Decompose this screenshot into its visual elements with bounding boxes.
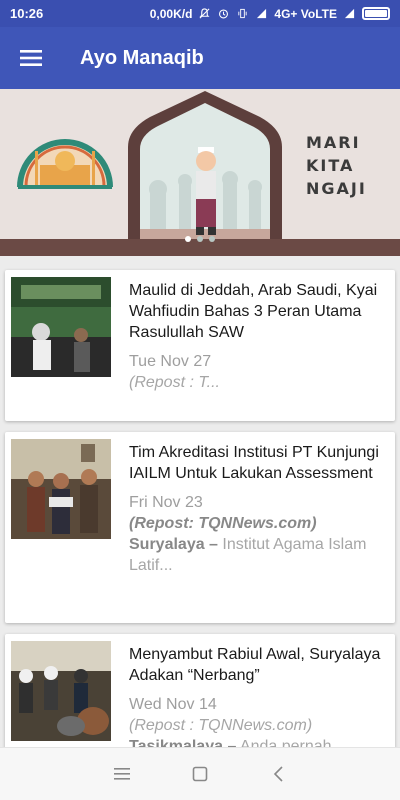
- notifications-muted-icon: [199, 8, 210, 19]
- excerpt-repost: (Repost : TQNNews.com): [129, 717, 313, 734]
- banner-line-1: MARI: [306, 133, 361, 152]
- article-excerpt: (Repost : T...: [129, 372, 385, 393]
- hamburger-menu-icon: [20, 50, 42, 66]
- carousel-dot-3[interactable]: [209, 236, 215, 242]
- child-character: [196, 147, 216, 235]
- battery-icon: [362, 7, 390, 20]
- article-title[interactable]: Menyambut Rabiul Awal, Suryalaya Adakan …: [129, 644, 385, 686]
- article-card[interactable]: Tim Akreditasi Institusi PT Kunjungi IAI…: [5, 432, 395, 623]
- menu-lines-icon: [114, 768, 130, 780]
- article-text: Maulid di Jeddah, Arab Saudi, Kyai Wahfi…: [129, 280, 385, 393]
- banner-line-3: NGAJI: [306, 179, 367, 198]
- app-title: Ayo Manaqib: [80, 46, 204, 69]
- signal-icon: [257, 8, 267, 19]
- carousel-dot-1[interactable]: [185, 236, 191, 242]
- article-title[interactable]: Tim Akreditasi Institusi PT Kunjungi IAI…: [129, 442, 385, 484]
- status-time: 10:26: [10, 6, 44, 21]
- banner-text: MARI KITA NGAJI: [306, 131, 367, 200]
- app-bar: Ayo Manaqib: [0, 27, 400, 89]
- status-indicators: 0,00K/d 4G+ VoLTE: [150, 7, 390, 21]
- article-excerpt: (Repost: TQNNews.com): [129, 513, 385, 534]
- signal-icon-2: [344, 8, 355, 19]
- mosque-emblem: [17, 139, 113, 189]
- excerpt-repost: (Repost: TQNNews.com): [129, 515, 317, 532]
- article-thumbnail: [11, 439, 111, 539]
- back-arrow-icon: [273, 766, 283, 782]
- article-excerpt: (Repost : TQNNews.com): [129, 715, 385, 736]
- article-date: Wed Nov 14: [129, 696, 217, 713]
- article-title[interactable]: Maulid di Jeddah, Arab Saudi, Kyai Wahfi…: [129, 280, 385, 343]
- article-card[interactable]: Maulid di Jeddah, Arab Saudi, Kyai Wahfi…: [5, 270, 395, 421]
- back-button[interactable]: [268, 764, 288, 784]
- recents-button[interactable]: [112, 764, 132, 784]
- menu-button[interactable]: [0, 27, 62, 89]
- carousel-indicator: [0, 236, 400, 242]
- excerpt-location: Suryalaya –: [129, 536, 218, 553]
- system-nav-bar: [0, 747, 400, 800]
- home-button[interactable]: [190, 764, 210, 784]
- article-excerpt-body: Suryalaya – Institut Agama Islam Latif..…: [129, 534, 385, 576]
- network-type: 4G+ VoLTE: [274, 6, 337, 21]
- alarm-icon: [219, 9, 229, 19]
- network-speed: 0,00K/d: [149, 6, 193, 21]
- article-thumbnail: [11, 641, 111, 741]
- article-text: Tim Akreditasi Institusi PT Kunjungi IAI…: [129, 442, 385, 576]
- square-home-icon: [192, 766, 208, 782]
- article-text: Menyambut Rabiul Awal, Suryalaya Adakan …: [129, 644, 385, 757]
- excerpt-repost: (Repost : T...: [129, 374, 220, 391]
- status-bar: 10:26 0,00K/d 4G+ VoLTE: [0, 0, 400, 27]
- article-thumbnail: [11, 277, 111, 377]
- carousel-dot-2[interactable]: [197, 236, 203, 242]
- vibrate-icon: [238, 8, 248, 19]
- article-date: Fri Nov 23: [129, 494, 203, 511]
- article-date: Tue Nov 27: [129, 353, 212, 370]
- banner-carousel[interactable]: MARI KITA NGAJI: [0, 89, 400, 256]
- banner-line-2: KITA: [306, 156, 355, 175]
